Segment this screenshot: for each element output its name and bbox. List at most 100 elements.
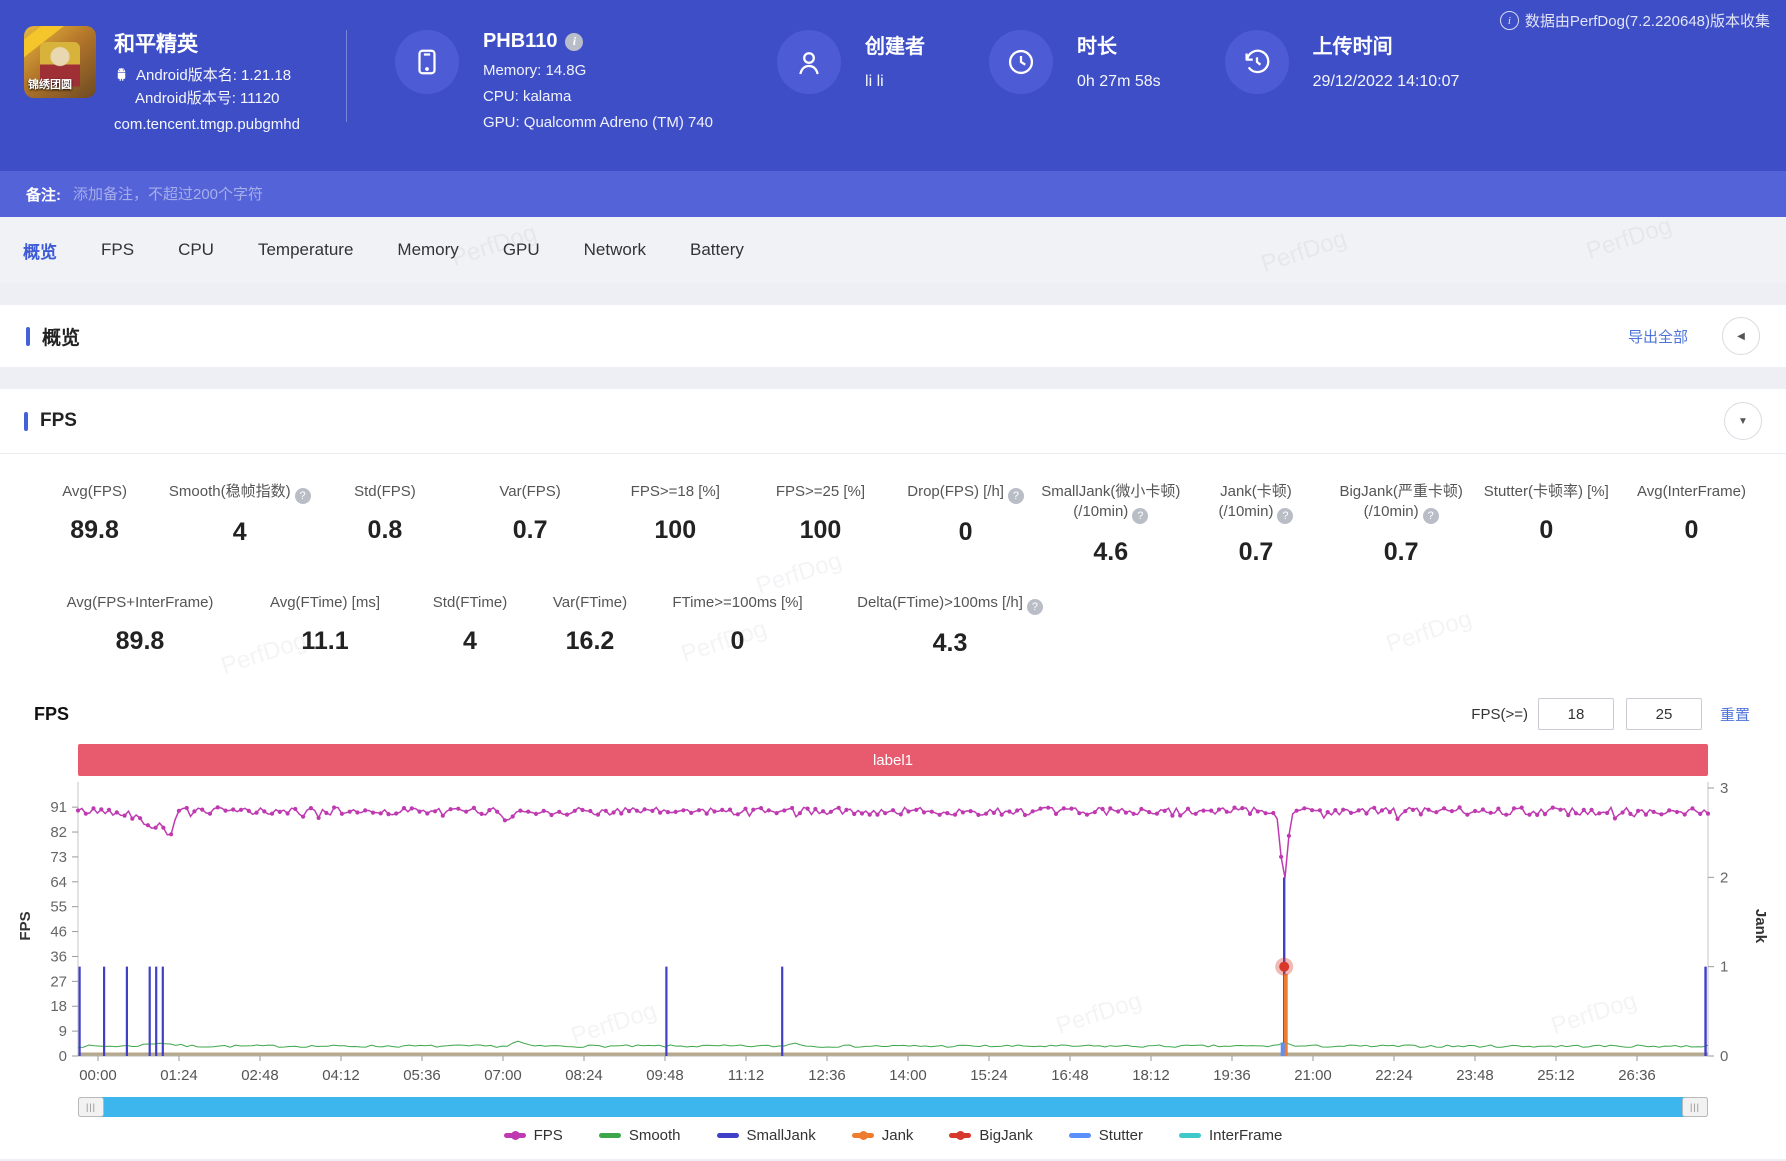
- stat-jank-: Jank(卡顿) (/10min)? 0.7: [1183, 482, 1328, 567]
- stat-value: 100: [654, 516, 697, 544]
- tab-battery[interactable]: Battery: [690, 240, 744, 260]
- help-icon[interactable]: ?: [1026, 599, 1043, 615]
- stat-value: 0.7: [1383, 538, 1419, 566]
- overview-title: 概览: [42, 327, 81, 349]
- device-info-icon[interactable]: i: [565, 32, 584, 51]
- svg-text:3: 3: [1720, 780, 1728, 797]
- device-name: PHB110: [482, 30, 558, 52]
- person-icon: [777, 30, 842, 94]
- svg-text:01:24: 01:24: [160, 1067, 198, 1084]
- svg-text:26:36: 26:36: [1618, 1067, 1656, 1084]
- remark-bar: 备注:: [0, 171, 1786, 217]
- legend-item-smalljank[interactable]: SmallJank: [716, 1127, 816, 1144]
- help-icon[interactable]: ?: [1277, 508, 1294, 524]
- fps-chart-title: FPS: [34, 703, 70, 724]
- legend-swatch: [503, 1131, 526, 1140]
- fps-chart-header: FPS FPS(>=) 重置: [0, 658, 1786, 730]
- legend-item-smooth[interactable]: Smooth: [598, 1127, 681, 1144]
- svg-text:36: 36: [50, 948, 67, 965]
- svg-text:64: 64: [50, 874, 67, 891]
- stat-value: 11.1: [301, 627, 349, 655]
- legend-dot: [956, 1131, 966, 1140]
- tab-temperature[interactable]: Temperature: [258, 240, 353, 260]
- tab-network[interactable]: Network: [584, 240, 646, 260]
- nav-tabs: 概览 FPS CPU Temperature Memory GPU Network Batte…: [0, 217, 1786, 283]
- chart-legend: FPS Smooth SmallJank Jank BigJank Stutter Inte…: [0, 1127, 1786, 1144]
- stat-delta-ftime-100ms-h-: Delta(FTime)>100ms [/h]? 4.3: [825, 593, 1075, 658]
- svg-text:14:00: 14:00: [889, 1067, 927, 1084]
- svg-text:91: 91: [50, 799, 67, 816]
- legend-item-stutter[interactable]: Stutter: [1068, 1127, 1143, 1144]
- fps-chart[interactable]: 0 9 18 27 36 46 55 64 73 82 91 0 1 2 3 FPS Jank 00:00 01:2…: [0, 776, 1786, 1091]
- help-icon[interactable]: ?: [1422, 508, 1439, 524]
- tab-概览[interactable]: 概览: [23, 238, 57, 263]
- legend-item-interframe[interactable]: InterFrame: [1178, 1127, 1282, 1144]
- overview-card: 概览 导出全部 ◀: [0, 305, 1786, 367]
- tab-gpu[interactable]: GPU: [503, 240, 540, 260]
- legend-item-fps[interactable]: FPS: [503, 1127, 563, 1144]
- stat-value: 4.3: [932, 629, 968, 657]
- help-icon[interactable]: ?: [294, 488, 311, 504]
- phone-icon: [394, 30, 459, 94]
- fps-threshold-low-input[interactable]: [1537, 698, 1614, 730]
- stat-label: Std(FTime): [432, 594, 508, 611]
- overview-collapse-button[interactable]: ◀: [1722, 317, 1760, 355]
- help-icon[interactable]: ?: [1007, 488, 1024, 504]
- stat-label: Var(FPS): [499, 483, 561, 500]
- bigjank-marker: [1279, 961, 1290, 972]
- svg-text:1: 1: [1720, 959, 1728, 976]
- fps-collapse-button[interactable]: ▼: [1724, 402, 1762, 440]
- svg-text:73: 73: [50, 849, 67, 866]
- legend-swatch: [716, 1133, 739, 1138]
- stat-value: 4.6: [1093, 538, 1129, 566]
- tab-cpu[interactable]: CPU: [178, 240, 214, 260]
- stat-label: Smooth(稳帧指数)?: [167, 482, 312, 504]
- stat-stutter-: Stutter(卡顿率) [%] 0: [1474, 482, 1619, 567]
- fps-chart-svg: 0 9 18 27 36 46 55 64 73 82 91 0 1 2 3 FPS Jank 00:00 01:2…: [17, 780, 1769, 1084]
- scrollbar-right-handle[interactable]: |||: [1682, 1097, 1708, 1117]
- legend-swatch: [851, 1131, 874, 1140]
- stat-value: 0: [958, 518, 973, 546]
- device-memory: Memory: 14.8G: [482, 62, 587, 79]
- source-note: i 数据由PerfDog(7.2.220648)版本收集: [1499, 10, 1770, 31]
- stat-value: 89.8: [70, 516, 119, 544]
- stat-value: 89.8: [115, 627, 165, 655]
- svg-text:00:00: 00:00: [79, 1067, 117, 1084]
- android-version-code: Android版本号: 11120: [135, 90, 280, 107]
- stat-label: Jank(卡顿) (/10min)?: [1218, 483, 1294, 524]
- stat-avg-ftime-ms-: Avg(FTime) [ms] 11.1: [240, 593, 410, 658]
- legend-swatch: [1178, 1133, 1201, 1138]
- clock-icon: [989, 30, 1054, 94]
- app-package: com.tencent.tmgp.pubgmhd: [114, 116, 300, 133]
- creator-block: 创建者 li li: [777, 0, 925, 94]
- smooth-line: [77, 1040, 1709, 1048]
- stat-value: 0: [1539, 516, 1554, 544]
- fps-stats-row2: Avg(FPS+InterFrame) 89.8 Avg(FTime) [ms] 11…: [0, 567, 1786, 658]
- scrollbar-left-handle[interactable]: |||: [78, 1097, 104, 1117]
- tab-fps[interactable]: FPS: [101, 240, 134, 260]
- fps-threshold-label: FPS(>=): [1471, 705, 1528, 723]
- stat-label: Var(FTime): [552, 594, 628, 611]
- svg-text:05:36: 05:36: [403, 1067, 441, 1084]
- android-icon: [117, 68, 126, 81]
- fps-threshold-high-input[interactable]: [1625, 698, 1702, 730]
- collapse-left-icon: ◀: [1737, 330, 1745, 342]
- svg-text:FPS: FPS: [17, 911, 34, 940]
- legend-item-jank[interactable]: Jank: [851, 1127, 913, 1144]
- help-icon[interactable]: ?: [1132, 508, 1149, 524]
- svg-text:08:24: 08:24: [565, 1067, 603, 1084]
- svg-text:02:48: 02:48: [241, 1067, 279, 1084]
- stat-avg-fps-: Avg(FPS) 89.8: [22, 482, 167, 567]
- stat-label: Avg(FPS+InterFrame): [66, 594, 214, 611]
- remark-input[interactable]: [71, 184, 675, 204]
- reset-link[interactable]: 重置: [1720, 704, 1750, 725]
- legend-item-bigjank[interactable]: BigJank: [949, 1127, 1033, 1144]
- legend-label: FPS: [533, 1127, 563, 1144]
- android-version-name: Android版本名: 1.21.18: [136, 67, 292, 84]
- export-all-link[interactable]: 导出全部: [1628, 326, 1688, 347]
- upload-time-block: 上传时间 29/12/2022 14:10:07: [1224, 0, 1459, 94]
- fps-stats-row1: Avg(FPS) 89.8 Smooth(稳帧指数)? 4 Std(FPS) 0.8 Var…: [0, 454, 1786, 567]
- chart-scrollbar[interactable]: ||| |||: [78, 1097, 1708, 1117]
- report-header: i 数据由PerfDog(7.2.220648)版本收集 锦绣团圆 和平精英 A…: [0, 0, 1786, 171]
- tab-memory[interactable]: Memory: [397, 240, 458, 260]
